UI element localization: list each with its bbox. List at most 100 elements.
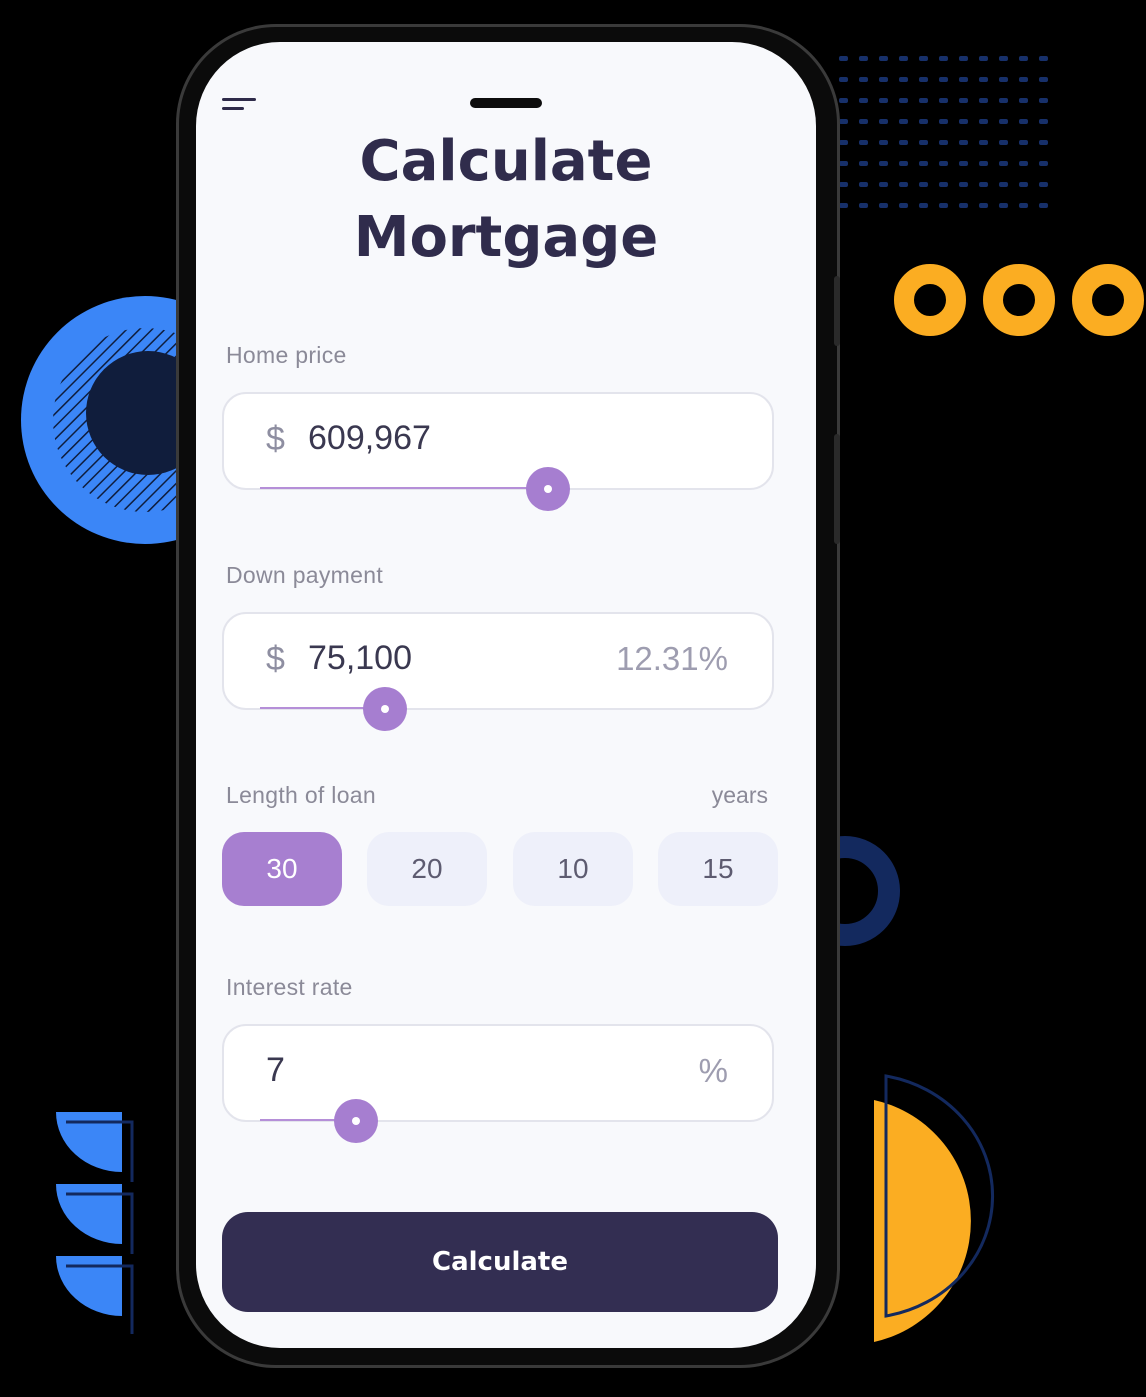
down-payment-currency: $ <box>266 640 285 678</box>
grid-dot <box>879 182 888 187</box>
dot-grid-decoration <box>839 56 1048 208</box>
grid-dot <box>839 161 848 166</box>
interest-rate-value[interactable]: 7 <box>266 1051 285 1090</box>
home-price-slider[interactable] <box>260 467 740 511</box>
grid-dot <box>859 119 868 124</box>
page-title-line2: Mortgage <box>353 205 659 270</box>
grid-dot <box>979 140 988 145</box>
interest-rate-slider-thumb[interactable] <box>334 1099 378 1143</box>
grid-dot <box>859 161 868 166</box>
grid-dot <box>899 182 908 187</box>
down-payment-label: Down payment <box>226 562 384 588</box>
menu-icon[interactable] <box>222 98 258 116</box>
grid-dot <box>899 119 908 124</box>
home-price-field[interactable]: $ 609,967 <box>222 392 774 511</box>
grid-dot <box>979 119 988 124</box>
grid-dot <box>979 203 988 208</box>
grid-dot <box>1039 182 1048 187</box>
app-screen: Calculate Mortgage Home price $ 609,967 … <box>196 42 816 1348</box>
grid-dot <box>839 182 848 187</box>
loan-length-option[interactable]: 20 <box>367 832 487 906</box>
grid-dot <box>999 56 1008 61</box>
grid-dot <box>1019 140 1028 145</box>
grid-dot <box>979 161 988 166</box>
interest-rate-field[interactable]: 7 % <box>222 1024 774 1143</box>
grid-dot <box>899 203 908 208</box>
loan-length-option[interactable]: 10 <box>513 832 633 906</box>
grid-dot <box>919 119 928 124</box>
grid-dot <box>859 98 868 103</box>
grid-dot <box>859 203 868 208</box>
grid-dot <box>939 203 948 208</box>
grid-dot <box>839 119 848 124</box>
grid-dot <box>919 161 928 166</box>
grid-dot <box>939 56 948 61</box>
grid-dot <box>839 56 848 61</box>
grid-dot <box>899 98 908 103</box>
grid-dot <box>959 203 968 208</box>
grid-dot <box>879 56 888 61</box>
calculate-button[interactable]: Calculate <box>222 1212 778 1312</box>
orange-half-circle-decoration <box>874 1074 994 1342</box>
side-button <box>834 434 840 544</box>
grid-dot <box>919 56 928 61</box>
grid-dot <box>1019 182 1028 187</box>
speaker-notch <box>470 98 542 108</box>
grid-dot <box>939 119 948 124</box>
page-title: Calculate Mortgage <box>196 124 816 276</box>
grid-dot <box>959 161 968 166</box>
home-price-slider-thumb[interactable] <box>526 467 570 511</box>
grid-dot <box>839 203 848 208</box>
grid-dot <box>919 203 928 208</box>
orange-rings-decoration <box>894 264 1144 336</box>
grid-dot <box>859 182 868 187</box>
grid-dot <box>979 56 988 61</box>
grid-dot <box>859 140 868 145</box>
loan-length-option[interactable]: 30 <box>222 832 342 906</box>
loan-length-options: 30 20 10 15 <box>222 832 778 908</box>
grid-dot <box>1039 203 1048 208</box>
grid-dot <box>1019 203 1028 208</box>
grid-dot <box>939 140 948 145</box>
side-button <box>834 276 840 346</box>
grid-dot <box>999 203 1008 208</box>
page-title-line1: Calculate <box>359 129 653 194</box>
grid-dot <box>879 98 888 103</box>
grid-dot <box>939 98 948 103</box>
grid-dot <box>999 98 1008 103</box>
grid-dot <box>959 140 968 145</box>
grid-dot <box>939 161 948 166</box>
grid-dot <box>939 77 948 82</box>
grid-dot <box>1019 119 1028 124</box>
interest-rate-slider[interactable] <box>260 1099 740 1143</box>
loan-length-option[interactable]: 15 <box>658 832 778 906</box>
stage: Calculate Mortgage Home price $ 609,967 … <box>0 0 1146 1397</box>
grid-dot <box>879 203 888 208</box>
home-price-value[interactable]: 609,967 <box>308 419 431 458</box>
phone-frame: Calculate Mortgage Home price $ 609,967 … <box>176 24 840 1368</box>
down-payment-slider-thumb[interactable] <box>362 687 407 731</box>
grid-dot <box>999 182 1008 187</box>
grid-dot <box>959 98 968 103</box>
menu-icon-line <box>222 107 244 110</box>
grid-dot <box>1039 77 1048 82</box>
down-payment-field[interactable]: $ 75,100 12.31% <box>222 612 774 731</box>
home-price-slider-track <box>260 487 548 489</box>
grid-dot <box>899 56 908 61</box>
grid-dot <box>859 56 868 61</box>
grid-dot <box>839 77 848 82</box>
down-payment-percent: 12.31% <box>616 640 728 677</box>
interest-rate-unit: % <box>698 1052 728 1089</box>
grid-dot <box>919 140 928 145</box>
menu-icon-line <box>222 98 256 101</box>
down-payment-value[interactable]: 75,100 <box>308 639 412 678</box>
grid-dot <box>959 119 968 124</box>
grid-dot <box>839 140 848 145</box>
down-payment-slider[interactable] <box>260 687 740 731</box>
grid-dot <box>999 119 1008 124</box>
grid-dot <box>899 161 908 166</box>
grid-dot <box>939 182 948 187</box>
grid-dot <box>1039 98 1048 103</box>
loan-length-unit: years <box>711 782 768 808</box>
grid-dot <box>959 56 968 61</box>
